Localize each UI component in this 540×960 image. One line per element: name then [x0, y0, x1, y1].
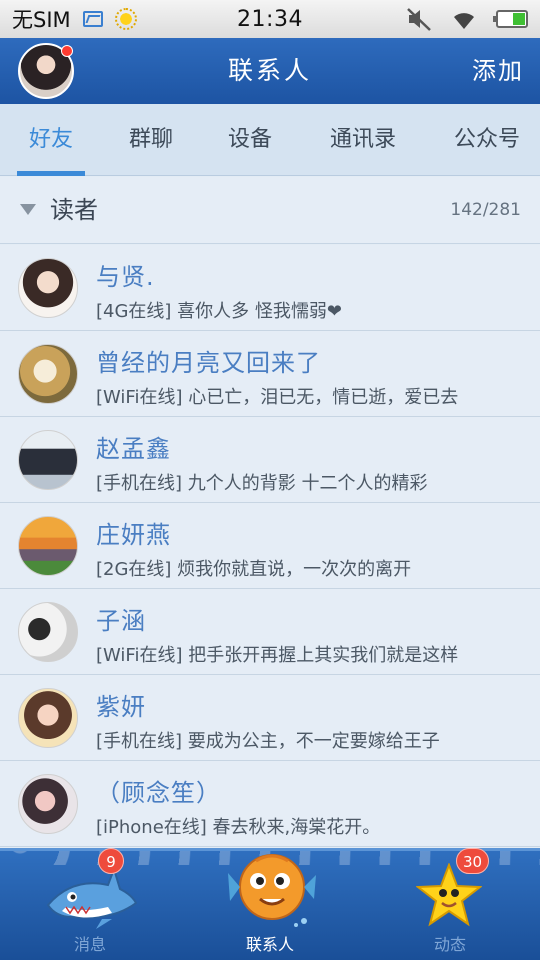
fish-icon [228, 854, 316, 927]
contact-avatar [18, 258, 78, 318]
contact-row[interactable]: 赵孟鑫 [手机在线] 九个人的背影 十二个人的精彩 [0, 417, 540, 503]
contact-name: 赵孟鑫 [96, 435, 171, 463]
weather-sun-icon [114, 8, 137, 30]
mute-icon [407, 8, 431, 31]
bottom-nav: 9 消息 联系人 30 动态 [0, 848, 540, 960]
title-bar: 联系人 添加 [0, 38, 540, 104]
contact-name: 紫妍 [96, 693, 146, 721]
contact-avatar [18, 430, 78, 490]
tab-public-accounts[interactable]: 公众号 [442, 104, 532, 176]
nav-messages[interactable]: 9 消息 [0, 848, 180, 960]
nav-contacts[interactable]: 联系人 [180, 851, 360, 960]
contact-name: 曾经的月亮又回来了 [96, 349, 321, 377]
carrier-label: 无SIM [12, 8, 71, 32]
group-name: 读者 [50, 196, 98, 224]
contact-row[interactable]: 曾经的月亮又回来了 [WiFi在线] 心已亡，泪已无，情已逝，爱已去 [0, 331, 540, 417]
nav-moments[interactable]: 30 动态 [360, 848, 540, 960]
contact-avatar [18, 688, 78, 748]
battery-icon [493, 10, 528, 28]
collapse-arrow-icon [20, 204, 36, 215]
nav-contacts-label: 联系人 [245, 935, 294, 954]
contact-status: [手机在线] 九个人的背影 十二个人的精彩 [96, 473, 428, 494]
messages-badge: 9 [98, 848, 124, 874]
contact-name: （顾念笙） [96, 779, 221, 807]
contact-avatar [18, 344, 78, 404]
tab-group-chats[interactable]: 群聊 [116, 104, 186, 176]
tab-bar: 好友 群聊 设备 通讯录 公众号 [0, 104, 540, 176]
group-online-count: 142/281 [450, 200, 521, 220]
contact-avatar [18, 602, 78, 662]
nav-messages-label: 消息 [73, 935, 106, 954]
contact-status: [4G在线] 喜你人多 怪我懦弱❤ [96, 301, 342, 322]
contact-row[interactable]: 庄妍燕 [2G在线] 烦我你就直说，一次次的离开 [0, 503, 540, 589]
sim-card-icon [82, 11, 103, 27]
contact-status: [WiFi在线] 把手张开再握上其实我们就是这样 [96, 645, 459, 666]
contact-row[interactable]: （顾念笙） [iPhone在线] 春去秋来,海棠花开。 [0, 761, 540, 847]
contact-name: 与贤. [96, 263, 155, 291]
contact-row[interactable]: 与贤. [4G在线] 喜你人多 怪我懦弱❤ [0, 245, 540, 331]
nav-moments-label: 动态 [433, 935, 466, 954]
status-icons [406, 0, 528, 38]
contact-row[interactable]: 紫妍 [手机在线] 要成为公主，不一定要嫁给王子 [0, 675, 540, 761]
contact-name: 庄妍燕 [96, 521, 171, 549]
contact-avatar [18, 774, 78, 834]
notification-dot [61, 45, 73, 57]
tab-active-indicator [17, 171, 85, 176]
wifi-icon [454, 13, 474, 29]
contact-avatar [18, 516, 78, 576]
moments-badge: 30 [456, 848, 490, 874]
shark-icon [46, 867, 138, 929]
contact-status: [WiFi在线] 心已亡，泪已无，情已逝，爱已去 [96, 387, 459, 408]
contact-name: 子涵 [96, 607, 146, 635]
status-bar: 无SIM 21:34 [0, 0, 540, 38]
contact-status: [手机在线] 要成为公主，不一定要嫁给王子 [96, 731, 440, 752]
tab-devices[interactable]: 设备 [215, 104, 285, 176]
tab-friends[interactable]: 好友 [17, 104, 85, 176]
tab-address-book[interactable]: 通讯录 [318, 104, 408, 176]
page-title: 联系人 [227, 56, 312, 85]
contact-status: [2G在线] 烦我你就直说，一次次的离开 [96, 559, 412, 580]
contact-row[interactable]: 子涵 [WiFi在线] 把手张开再握上其实我们就是这样 [0, 589, 540, 675]
group-header[interactable]: 读者 142/281 [0, 177, 540, 244]
contact-status: [iPhone在线] 春去秋来,海棠花开。 [96, 817, 381, 838]
add-button[interactable]: 添加 [472, 38, 524, 104]
